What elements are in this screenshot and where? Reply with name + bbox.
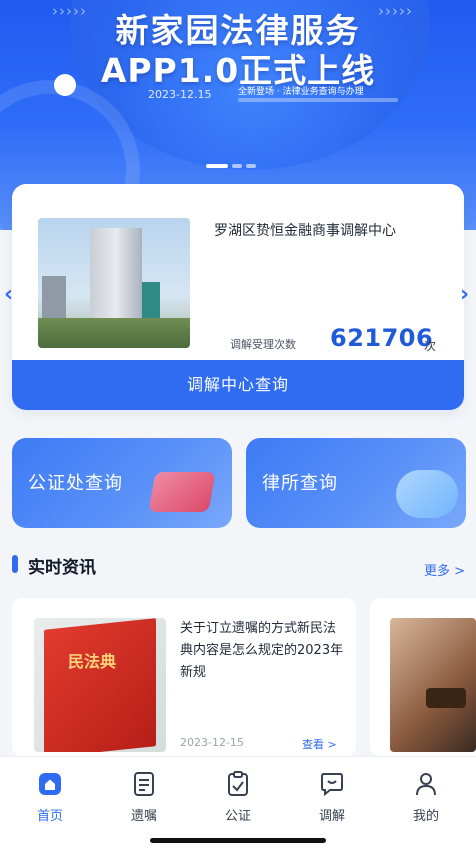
nav-label-profile: 我的 (412, 809, 439, 824)
document-icon (134, 772, 154, 796)
law-firm-query-label: 律所查询 (262, 473, 338, 494)
count-label: 调解受理次数 (230, 338, 296, 351)
news-item-view-link[interactable]: 查看 > (302, 736, 337, 752)
banner-subtitle: 全新登场 · 法律业务查询与办理 (238, 87, 364, 97)
nav-label-will: 遗嘱 (130, 809, 157, 824)
nav-item-mediation[interactable]: 调解 (300, 767, 364, 824)
user-icon (416, 773, 436, 796)
book-cover-title: 民法典 (68, 652, 117, 671)
banner-date: 2023-12.15 (148, 88, 212, 101)
bottom-nav: 首页 遗嘱 公证 调解 我的 (0, 756, 476, 850)
nav-item-notary[interactable]: 公证 (206, 767, 270, 824)
law-firm-card-icon (396, 470, 458, 518)
section-marker (12, 555, 18, 573)
notary-query-card[interactable]: 公证处查询 (12, 438, 232, 528)
news-item-date: 2023-12-15 (180, 736, 244, 749)
center-query-button[interactable]: 调解中心查询 (12, 360, 464, 410)
banner-indicator[interactable] (246, 164, 256, 168)
nav-item-will[interactable]: 遗嘱 (112, 767, 176, 824)
count-value: 621706 (330, 324, 434, 352)
home-icon (39, 773, 61, 795)
news-item-title: 关于订立遗嘱的方式新民法典内容是怎么规定的2023年新规 (180, 621, 344, 680)
banner-indicator[interactable] (232, 164, 242, 168)
home-indicator[interactable] (150, 838, 326, 843)
gavel-image (426, 688, 466, 708)
news-thumbnail-gavel (390, 618, 476, 752)
clipboard-check-icon (228, 771, 248, 796)
prev-arrow-icon[interactable]: ‹ (4, 282, 13, 307)
news-thumbnail: 民法典 (34, 618, 166, 752)
news-more-link[interactable]: 更多 > (424, 560, 465, 579)
news-item-card-next[interactable] (370, 598, 476, 756)
nav-item-profile[interactable]: 我的 (394, 767, 458, 824)
count-unit: 次 (424, 339, 437, 353)
chat-icon (321, 773, 343, 797)
law-firm-query-card[interactable]: 律所查询 (246, 438, 466, 528)
nav-label-notary: 公证 (224, 809, 251, 824)
banner-indicator-active[interactable] (206, 164, 228, 168)
center-building-photo (38, 218, 190, 348)
center-name: 罗湖区贽恒金融商事调解中心 (214, 223, 396, 239)
news-item-card[interactable]: 民法典 关于订立遗嘱的方式新民法典内容是怎么规定的2023年新规 2023-12… (12, 598, 356, 756)
nav-label-home: 首页 (36, 809, 63, 824)
notary-query-label: 公证处查询 (28, 473, 123, 494)
notary-card-icon (148, 472, 216, 512)
nav-label-mediation: 调解 (318, 809, 345, 824)
next-arrow-icon[interactable]: › (460, 282, 469, 307)
banner-fine-print (238, 98, 398, 102)
mediation-center-card[interactable]: 罗湖区贽恒金融商事调解中心 调解受理次数 621706 次 调解中心查询 (12, 184, 464, 410)
news-section-title: 实时资讯 (28, 558, 96, 578)
nav-item-home[interactable]: 首页 (18, 767, 82, 824)
